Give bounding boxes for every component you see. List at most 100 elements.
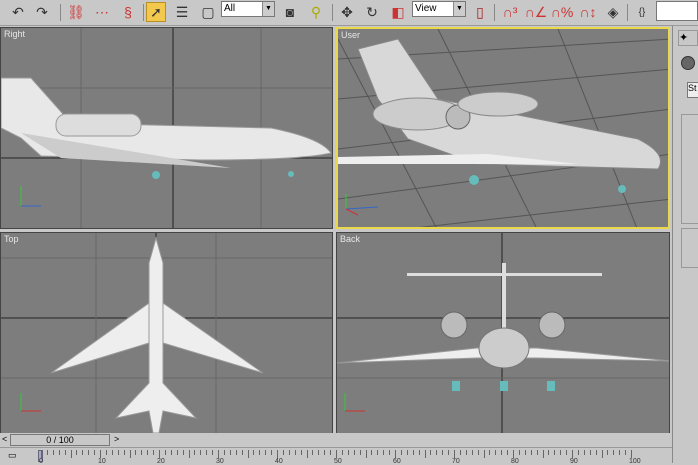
undo-icon[interactable]: ↶ — [8, 2, 28, 22]
ruler-tick-label: 10 — [98, 458, 106, 465]
select-scale-icon[interactable]: ◧ — [388, 2, 408, 22]
window-crossing-icon[interactable]: ◙ — [280, 2, 300, 22]
ruler-tick — [117, 450, 119, 455]
ruler-tick — [400, 450, 402, 455]
ruler-tick — [253, 450, 255, 455]
ruler-tick — [353, 450, 355, 455]
edit-named-selections-icon[interactable]: ◈ — [603, 2, 623, 22]
mirror-icon[interactable]: {} — [632, 2, 652, 22]
named-selection-input[interactable] — [656, 1, 698, 21]
ruler-tick — [64, 450, 66, 455]
ruler-tick — [395, 450, 396, 458]
select-and-link-icon[interactable]: ⛓ — [66, 2, 86, 22]
ruler-tick — [383, 450, 385, 455]
ruler-tick — [46, 450, 48, 455]
ruler-tick — [153, 450, 155, 455]
viewport-right-scene — [1, 28, 332, 228]
ruler-tick — [542, 450, 544, 458]
select-move-icon[interactable]: ✥ — [337, 2, 357, 22]
ruler-tick-label: 50 — [334, 458, 342, 465]
object-type-dropdown[interactable]: St — [687, 82, 698, 98]
viewport-label[interactable]: Top — [4, 234, 19, 244]
ruler-tick — [595, 450, 597, 455]
ruler-tick — [300, 450, 302, 455]
geometry-icon[interactable] — [681, 56, 695, 70]
spinner-snap-icon[interactable]: ∩↕ — [578, 2, 598, 22]
ruler-tick — [100, 450, 101, 458]
ruler-tick-label: 100 — [629, 458, 641, 465]
percent-snap-icon[interactable]: ∩% — [551, 2, 574, 22]
ruler-tick — [306, 450, 308, 458]
ruler-tick — [82, 450, 84, 455]
divider — [332, 4, 333, 21]
ruler-tick — [513, 450, 514, 458]
ruler-tick — [212, 450, 214, 455]
ruler-tick — [111, 450, 113, 455]
select-manipulate-icon[interactable]: ⚲ — [306, 2, 326, 22]
select-by-name-icon[interactable]: ☰ — [172, 2, 192, 22]
select-rotate-icon[interactable]: ↻ — [362, 2, 382, 22]
prev-frame-button[interactable]: < — [2, 434, 7, 444]
ruler-tick — [164, 450, 166, 455]
ruler-tick — [359, 450, 361, 455]
next-frame-button[interactable]: > — [114, 434, 119, 444]
ruler-tick — [371, 450, 373, 455]
create-icon[interactable]: ✦ — [678, 30, 698, 46]
ruler-tick — [341, 450, 343, 455]
ruler-tick-label: 30 — [216, 458, 224, 465]
redo-icon[interactable]: ↷ — [32, 2, 52, 22]
ruler-tick — [589, 450, 591, 455]
ruler-tick — [518, 450, 520, 455]
ruler-tick — [88, 450, 90, 455]
viewport-user-scene — [338, 29, 668, 227]
ruler-tick — [454, 450, 455, 458]
ruler-tick — [135, 450, 137, 455]
ruler-tick — [324, 450, 326, 455]
viewport-top[interactable]: Top — [0, 232, 333, 434]
ruler-tick — [200, 450, 202, 455]
time-slider[interactable]: 0 / 100 — [10, 434, 110, 446]
viewport-label[interactable]: Back — [340, 234, 360, 244]
ruler-tick — [259, 450, 261, 455]
object-type-rollout — [681, 114, 698, 224]
snaps-toggle-icon[interactable]: ∩³ — [500, 2, 520, 22]
track-bar[interactable]: ▭ 0 10 20 30 40 50 60 70 80 90 100 — [0, 447, 672, 465]
viewport-right[interactable]: Right — [0, 27, 333, 229]
reference-coordinate-value: View — [415, 3, 437, 14]
reference-coordinate-dropdown[interactable]: View ▼ — [412, 1, 466, 17]
ruler-tick — [448, 450, 450, 455]
divider — [60, 4, 61, 21]
select-object-icon[interactable]: ➚ — [146, 2, 166, 22]
ruler-tick — [625, 450, 627, 455]
chevron-down-icon: ▼ — [262, 2, 274, 16]
ruler-tick — [560, 450, 562, 455]
ruler-tick — [318, 450, 320, 455]
mini-curve-editor-icon[interactable]: ▭ — [8, 450, 17, 461]
ruler-tick — [442, 450, 444, 455]
ruler-tick-label: 20 — [157, 458, 165, 465]
ruler-tick — [241, 450, 243, 455]
ruler-tick — [312, 450, 314, 455]
divider — [494, 4, 495, 21]
ruler-tick-label: 0 — [39, 458, 43, 465]
ruler-tick — [330, 450, 332, 455]
use-pivot-center-icon[interactable]: ▯ — [470, 2, 490, 22]
ruler-tick — [619, 450, 621, 455]
viewport-back[interactable]: Back — [336, 232, 670, 434]
ruler-tick-label: 40 — [275, 458, 283, 465]
viewport-user[interactable]: User — [336, 27, 670, 229]
viewport-label[interactable]: Right — [4, 29, 25, 39]
bind-space-warp-icon[interactable]: § — [118, 2, 138, 22]
selection-filter-dropdown[interactable]: All ▼ — [221, 1, 275, 17]
rectangular-selection-icon[interactable]: ▢ — [198, 2, 218, 22]
command-panel: ✦ St — [672, 26, 698, 463]
ruler-tick — [583, 450, 585, 455]
ruler-tick — [182, 450, 184, 455]
viewport-label[interactable]: User — [341, 30, 360, 40]
ruler-tick — [489, 450, 491, 455]
angle-snap-icon[interactable]: ∩∠ — [525, 2, 548, 22]
unlink-icon[interactable]: ⋯ — [92, 2, 112, 22]
ruler-tick — [471, 450, 473, 455]
ruler-tick — [76, 450, 78, 455]
ruler-tick — [70, 450, 72, 458]
